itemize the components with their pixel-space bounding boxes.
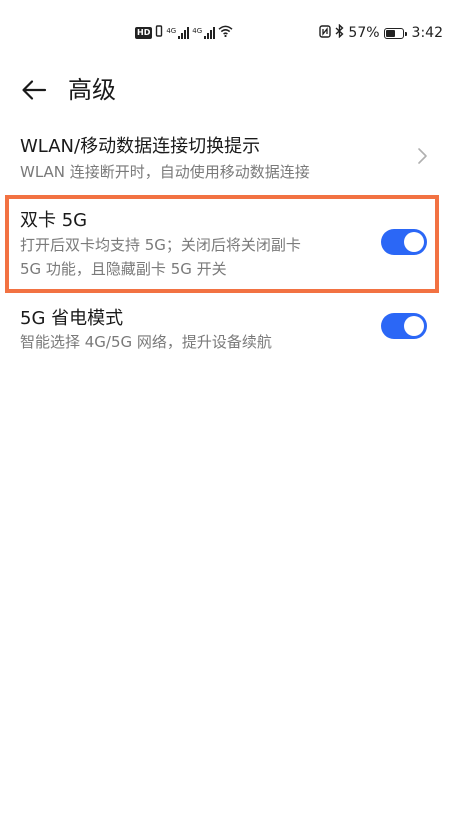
bluetooth-icon [335, 23, 344, 42]
dual-sim-5g-subtitle-line2: 5G 功能，且隐藏副卡 5G 开关 [20, 260, 227, 278]
dual-sim-5g-subtitle-line1: 打开后双卡均支持 5G；关闭后将关闭副卡 [20, 236, 301, 254]
battery-icon [383, 27, 407, 39]
5g-power-saving-item[interactable]: 5G 省电模式 智能选择 4G/5G 网络，提升设备续航 [0, 298, 457, 360]
vibrate-icon [155, 25, 163, 40]
5g-power-saving-subtitle: 智能选择 4G/5G 网络，提升设备续航 [20, 333, 272, 351]
hd-icon: HD [135, 26, 153, 39]
toggle-knob [404, 232, 424, 252]
app-bar: 高级 [0, 68, 457, 112]
chevron-right-icon [418, 148, 427, 164]
5g-power-saving-toggle[interactable] [381, 313, 427, 339]
wlan-switch-prompt-title: WLAN/移动数据连接切换提示 [20, 136, 261, 157]
network-type-label: 4G [192, 26, 203, 35]
wlan-switch-prompt-item[interactable]: WLAN/移动数据连接切换提示 WLAN 连接断开时，自动使用移动数据连接 [0, 124, 457, 190]
status-bar-left: HD 4G 4G [135, 25, 233, 40]
signal-icon: 4G [192, 26, 216, 39]
dual-sim-5g-title: 双卡 5G [20, 210, 88, 231]
advanced-settings-screen: HD 4G 4G 57% 3:42 高级 WLAN/移动数据连接切换提示 WLA… [0, 0, 457, 820]
dual-sim-5g-toggle[interactable] [381, 229, 427, 255]
status-bar: HD 4G 4G 57% 3:42 [0, 0, 457, 70]
network-type-label: 4G [166, 26, 177, 35]
back-button[interactable] [16, 72, 52, 108]
wlan-switch-prompt-subtitle: WLAN 连接断开时，自动使用移动数据连接 [20, 163, 310, 181]
clock: 3:42 [411, 25, 443, 41]
toggle-knob [404, 316, 424, 336]
signal-icon: 4G [166, 26, 190, 39]
battery-fill [385, 29, 395, 37]
arrow-left-icon [22, 80, 47, 100]
5g-power-saving-title: 5G 省电模式 [20, 308, 124, 329]
nfc-icon [319, 24, 332, 42]
status-bar-right: 57% 3:42 [319, 23, 443, 42]
page-title: 高级 [68, 76, 116, 104]
dual-sim-5g-item[interactable]: 双卡 5G 打开后双卡均支持 5G；关闭后将关闭副卡 5G 功能，且隐藏副卡 5… [0, 198, 457, 290]
battery-percent: 57% [348, 25, 380, 41]
wifi-icon [218, 25, 233, 40]
